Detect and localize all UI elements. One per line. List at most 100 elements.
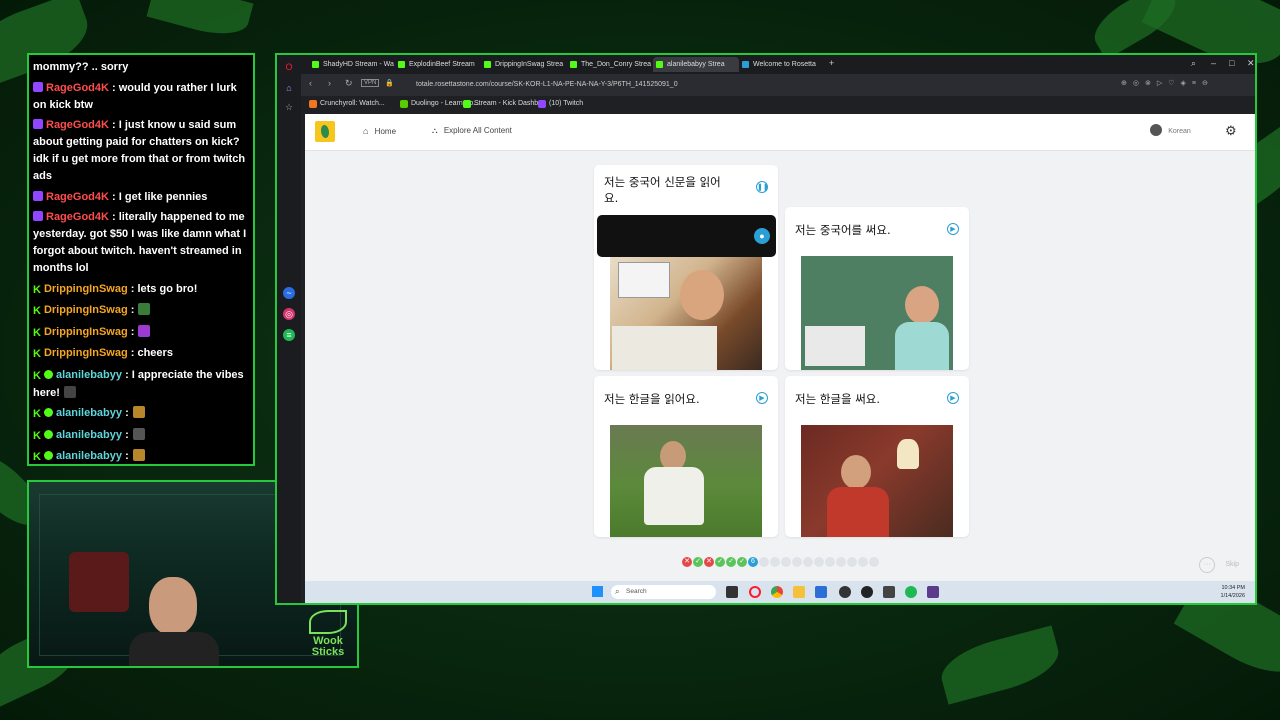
answer-card-3[interactable]: 저는 한글을 읽어요. ▶ (594, 376, 778, 537)
folder-taskbar-icon[interactable] (793, 586, 805, 598)
chat-username[interactable]: DrippingInSwag (44, 304, 128, 316)
card-2-photo (801, 256, 953, 370)
browser-tab[interactable]: The_Don_Conry Strea (567, 57, 653, 72)
browser-tab-label: ShadyHD Stream - Wa (323, 61, 394, 68)
store-taskbar-icon[interactable] (815, 586, 827, 598)
progress-dot-pending (759, 557, 769, 567)
chat-text: : lets go bro! (130, 282, 198, 295)
top-navigation: ⌂ Home ⛬ Explore All Content Korean ⚙ (305, 114, 1255, 151)
chat-message: Kalanilebabyy : (33, 448, 249, 464)
progress-dot-pending (869, 557, 879, 567)
chat-panel: mommy?? .. sorry RageGod4K : would you ra… (27, 53, 255, 466)
chat-username[interactable]: DrippingInSwag (44, 347, 128, 359)
lock-icon: 🔒 (385, 80, 394, 87)
progress-dot-current: 6 (748, 557, 758, 567)
windows-start-icon[interactable] (592, 586, 603, 597)
new-tab-button[interactable]: + (829, 58, 834, 68)
progress-dot-pending (847, 557, 857, 567)
pause-icon[interactable]: ❚❚ (756, 181, 769, 193)
rosetta-tab-icon (742, 61, 749, 68)
home-icon[interactable]: ⌂ (283, 82, 295, 94)
settings-icon[interactable]: ⚙ (1225, 123, 1237, 139)
browser-tab[interactable]: DrippingInSwag Strea (481, 57, 567, 72)
progress-dot-wrong: ✕ (682, 557, 692, 567)
microphone-icon[interactable]: ● (754, 228, 770, 244)
chat-username[interactable]: alanilebabyy (56, 429, 122, 441)
chat-username[interactable]: RageGod4K (46, 191, 109, 203)
chrome-taskbar-icon[interactable] (771, 586, 783, 598)
chat-emote-icon (138, 324, 151, 337)
opera-taskbar-icon[interactable] (749, 586, 761, 598)
app-taskbar-icon[interactable] (839, 586, 851, 598)
chat-message: RageGod4K : I get like pennies (33, 189, 249, 206)
forward-icon[interactable]: › (328, 78, 331, 88)
progress-dot-pending (814, 557, 824, 567)
browser-tab[interactable]: Welcome to Rosetta (739, 57, 825, 72)
browser-tab[interactable]: ShadyHD Stream - Wa (309, 57, 395, 72)
bookmark-item[interactable]: (10) Twitch (538, 98, 583, 110)
play-icon[interactable]: ▶ (756, 392, 768, 404)
chat-username[interactable]: alanilebabyy (56, 369, 122, 381)
kick-badge-icon: K (33, 369, 41, 382)
browser-tab[interactable]: ExplodinBeef Stream (395, 57, 481, 72)
chat-username[interactable]: RageGod4K (46, 82, 109, 94)
twitch-badge-icon (33, 81, 43, 92)
kick-badge-icon: K (33, 429, 41, 442)
answer-card-2[interactable]: 저는 중국어를 써요. ▶ (785, 207, 969, 370)
answer-card-1[interactable]: 저는 중국어 신문을 읽어요. ❚❚ (594, 165, 778, 370)
rosetta-logo[interactable] (315, 121, 335, 142)
maximize-icon[interactable]: □ (1229, 58, 1234, 68)
twitch-badge-icon (33, 119, 43, 129)
reload-icon[interactable]: ↻ (345, 78, 353, 89)
chat-username[interactable]: DrippingInSwag (44, 283, 128, 295)
tab-bar: ShadyHD Stream - Wa ExplodinBeef Stream Dr… (301, 55, 1255, 74)
taskbar-search[interactable]: ⌕ Search (611, 585, 716, 599)
bookmark-item[interactable]: Crunchyroll: Watch... (309, 98, 385, 110)
chat-username[interactable]: alanilebabyy (56, 407, 122, 419)
nav-explore[interactable]: ⛬ Explore All Content (432, 126, 512, 136)
obs-taskbar-icon[interactable] (861, 586, 873, 598)
system-clock[interactable]: 10:34 PM 1/14/2026 (1221, 584, 1245, 600)
browser-tab[interactable]: alanilebabyy Strea (653, 57, 739, 72)
browser-tab-label: The_Don_Conry Strea (581, 61, 652, 68)
card-4-photo (801, 425, 953, 537)
chat-username[interactable]: RageGod4K (46, 119, 109, 131)
chat-username[interactable]: RageGod4K (46, 211, 109, 223)
url-field[interactable]: totale.rosettastone.com/course/SK-KOR-L1… (416, 77, 1096, 93)
skip-button[interactable]: ··· Skip (1199, 557, 1239, 573)
answer-card-4[interactable]: 저는 한글을 써요. ▶ (785, 376, 969, 537)
messenger-icon[interactable]: ~ (283, 287, 295, 299)
star-icon[interactable]: ☆ (283, 101, 295, 113)
bookmark-icon (309, 100, 317, 108)
toolbar-icons[interactable]: ⊕◎⊗▷♡◈≡⊖ (1121, 79, 1214, 87)
progress-dot-pending (825, 557, 835, 567)
language-selector[interactable]: Korean (1150, 124, 1191, 136)
play-icon[interactable]: ▶ (947, 223, 959, 235)
rosetta-stone-page: ⌂ Home ⛬ Explore All Content Korean ⚙ 저는… (305, 114, 1255, 581)
vpn-badge[interactable]: VPN (361, 79, 380, 87)
back-icon[interactable]: ‹ (309, 78, 312, 88)
chat-text: : (125, 428, 129, 441)
instagram-icon[interactable]: ◎ (283, 308, 295, 320)
chat-text: : (125, 450, 129, 462)
game-taskbar-icon[interactable] (883, 586, 895, 598)
search-tab-icon[interactable]: ⌕ (1191, 58, 1196, 69)
play-icon[interactable]: ▶ (947, 392, 959, 404)
close-icon[interactable]: ✕ (1247, 58, 1255, 69)
media-taskbar-icon[interactable] (927, 586, 939, 598)
opera-icon[interactable]: O (283, 61, 295, 73)
progress-dot-pending (781, 557, 791, 567)
spotify-icon[interactable]: ≡ (283, 329, 295, 341)
chat-username[interactable]: alanilebabyy (56, 450, 122, 462)
progress-dot-wrong: ✕ (704, 557, 714, 567)
spotify-taskbar-icon[interactable] (905, 586, 917, 598)
taskview-icon[interactable] (726, 586, 738, 598)
chat-text: : I get like pennies (112, 190, 208, 203)
kick-tab-icon (398, 61, 405, 68)
bookmark-label: Stream - Kick Dashb... (474, 100, 545, 107)
bookmark-item[interactable]: Stream - Kick Dashb... (463, 98, 544, 110)
nav-home[interactable]: ⌂ Home (363, 126, 396, 136)
explore-icon: ⛬ (432, 126, 438, 135)
chat-username[interactable]: DrippingInSwag (44, 326, 128, 338)
minimize-icon[interactable]: – (1211, 58, 1216, 68)
